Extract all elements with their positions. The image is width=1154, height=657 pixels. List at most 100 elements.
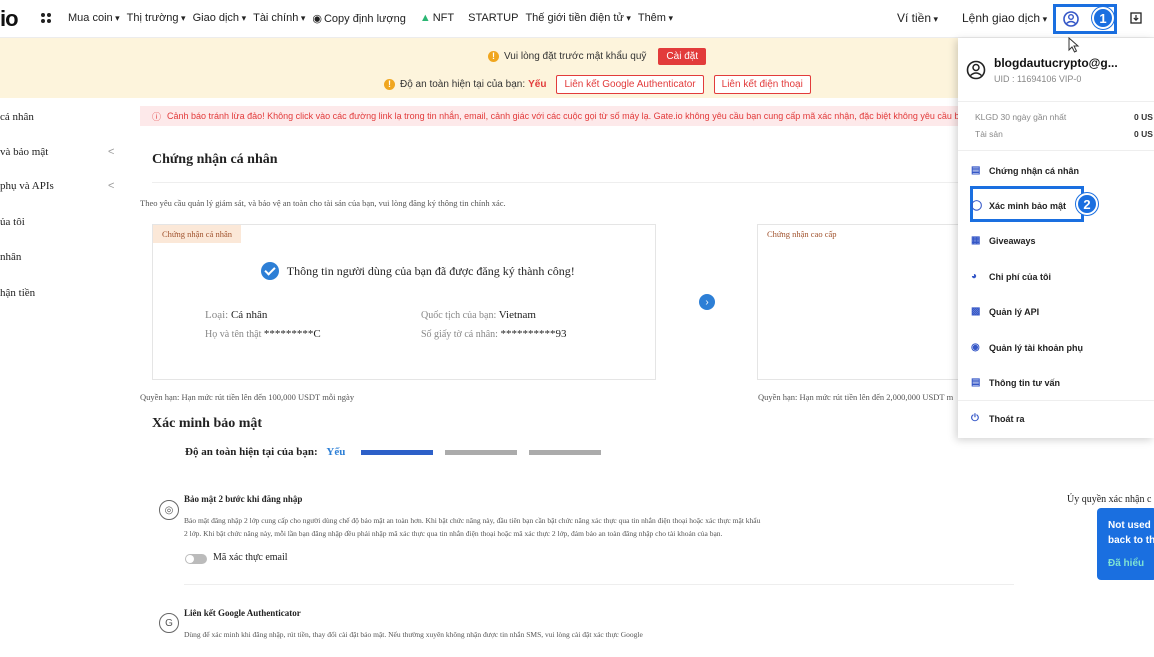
menu-item-logout[interactable]: ⏻ Thoát ra	[971, 413, 1025, 425]
menu-item-api[interactable]: ▩ Quản lý API	[971, 306, 1039, 318]
divider	[184, 584, 1014, 585]
card-tag: Chứng nhận cao cấp	[758, 225, 846, 243]
power-icon: ⏻	[971, 413, 979, 424]
two-factor-icon: ◎	[159, 500, 179, 520]
auth-confirm-label: Ủy quyền xác nhận c	[1067, 494, 1152, 505]
ga-desc: Dùng để xác minh khi đăng nhập, rút tiền…	[184, 630, 643, 639]
divider	[958, 400, 1154, 401]
security-bar-1	[361, 450, 433, 455]
gift-icon: ▦	[971, 235, 981, 246]
step-badge-2: 2	[1076, 193, 1098, 215]
menu-item-kyc[interactable]: ▤ Chứng nhận cá nhân	[971, 165, 1079, 177]
logo[interactable]: io	[0, 6, 19, 32]
kyc-advanced-card: Chứng nhận cao cấp	[757, 224, 977, 380]
nav-nft[interactable]: ▲ NFT	[420, 12, 461, 25]
assets-label: Tài sản	[975, 129, 1003, 139]
assets-value: 0 US	[1134, 129, 1153, 139]
kyc-success-message: Thông tin người dùng của bạn đã được đăn…	[261, 262, 575, 280]
apps-grid-icon[interactable]	[40, 12, 52, 24]
step-badge-1: 1	[1092, 7, 1114, 29]
security-level-value: Yếu	[528, 79, 547, 90]
volume-30d-label: KLGD 30 ngày gần nhất	[975, 112, 1067, 122]
copy-quant-icon: ◉	[312, 13, 322, 25]
kyc-nationality: Quốc tịch của bạn: Vietnam	[421, 309, 536, 321]
twofa-title: Bảo mật 2 bước khi đăng nhập	[184, 494, 303, 504]
account-icon[interactable]	[1063, 11, 1079, 27]
coin-icon: ◕	[971, 271, 978, 282]
menu-item-security-verification[interactable]: ◯ Xác minh bảo mật	[971, 200, 1066, 212]
google-auth-icon: G	[159, 613, 179, 633]
download-icon[interactable]	[1130, 12, 1142, 24]
nav-copy-quant[interactable]: ◉ Copy định lượng	[312, 12, 412, 25]
account-uid: UID : 11694106 VIP-0	[994, 74, 1082, 84]
user-avatar-icon	[966, 60, 986, 80]
nav-markets[interactable]: Thị trường	[127, 12, 186, 25]
mouse-cursor-icon	[1068, 37, 1080, 53]
nav-crypto-world[interactable]: Thế giới tiền điện tử	[525, 12, 630, 25]
nav-orders[interactable]: Lệnh giao dịch	[962, 11, 1047, 25]
top-navbar: io Mua coin Thị trường Giao dịch Tài chí…	[0, 0, 1154, 38]
kyc-personal-limit: Quyền hạn: Hạn mức rút tiền lên đến 100,…	[140, 392, 355, 402]
account-email: blogdautucrypto@g...	[994, 56, 1118, 70]
subaccount-icon: ◉	[971, 342, 980, 353]
sidebar-item-withdraw[interactable]: hận tiền	[0, 287, 35, 299]
sidebar-item-security[interactable]: và bảo mật	[0, 146, 48, 158]
setup-button[interactable]: Cài đặt	[658, 48, 707, 65]
phishing-alert-bar: ⓘ Cảnh báo tránh lừa đảo! Không click và…	[140, 106, 960, 126]
check-circle-icon	[261, 262, 279, 280]
kyc-real-name: Họ và tên thật *********C	[205, 328, 321, 340]
link-google-auth-button[interactable]: Liên kết Google Authenticator	[556, 75, 704, 94]
menu-item-giveaways[interactable]: ▦ Giveaways	[971, 235, 1036, 247]
menu-item-subaccounts[interactable]: ◉ Quản lý tài khoản phụ	[971, 342, 1083, 354]
main-menu: Mua coin Thị trường Giao dịch Tài chính …	[68, 12, 680, 25]
sidebar: cá nhân và bảo mật < phụ và APIs < ủa tô…	[0, 98, 140, 657]
sidebar-item-subaccounts[interactable]: phụ và APIs	[0, 180, 54, 192]
menu-item-news[interactable]: ▤ Thông tin tư vấn	[971, 377, 1060, 389]
kyc-title: Chứng nhận cá nhân	[152, 152, 278, 167]
ga-title: Liên kết Google Authenticator	[184, 608, 301, 618]
account-dropdown: blogdautucrypto@g... UID : 11694106 VIP-…	[958, 38, 1154, 438]
chevron-right-icon[interactable]: ›	[699, 294, 715, 310]
nft-flame-icon: ▲	[419, 12, 431, 24]
api-icon: ▩	[971, 306, 981, 317]
divider	[958, 150, 1154, 151]
twofa-desc-line1: Bảo mật đăng nhập 2 lớp cung cấp cho ngư…	[184, 516, 761, 525]
sidebar-item-personal[interactable]: cá nhân	[0, 111, 34, 123]
chevron-left-icon: <	[108, 180, 115, 192]
security-level-row: Độ an toàn hiện tại của bạn: Yếu	[185, 446, 346, 458]
nav-wallet[interactable]: Ví tiền	[897, 11, 938, 25]
security-bar-3	[529, 450, 601, 455]
kyc-subtitle: Theo yêu cầu quản lý giám sát, và bảo vệ…	[140, 198, 506, 208]
menu-item-my-fees[interactable]: ◕ Chi phí của tôi	[971, 271, 1051, 283]
info-popup: Not used back to th Đã hiểu	[1097, 508, 1154, 580]
nav-startup[interactable]: STARTUP	[468, 12, 518, 25]
shield-icon: ◯	[971, 200, 983, 211]
warning-icon: !	[384, 79, 395, 90]
volume-30d-value: 0 US	[1134, 112, 1153, 122]
alert-icon: ⓘ	[152, 111, 162, 122]
warning-icon: !	[488, 51, 499, 62]
kyc-id-number: Số giấy tờ cá nhân: **********93	[421, 328, 567, 340]
popup-understood-button[interactable]: Đã hiểu	[1108, 556, 1154, 571]
email-code-label: Mã xác thực email	[213, 552, 288, 563]
nav-buy-coin[interactable]: Mua coin	[68, 12, 120, 25]
id-card-icon: ▤	[971, 165, 981, 176]
card-tag: Chứng nhận cá nhân	[153, 225, 241, 243]
security-bar-2	[445, 450, 517, 455]
twofa-desc-line2: 2 lớp. Khi bật chức năng này, mỗi lần bạ…	[184, 529, 723, 538]
security-verification-title: Xác minh bảo mật	[152, 416, 263, 431]
nav-finance[interactable]: Tài chính	[253, 12, 305, 25]
fund-password-warning: ! Vui lòng đặt trước mật khẩu quỹ Cài đặ…	[488, 48, 707, 65]
divider	[152, 182, 1012, 183]
link-phone-button[interactable]: Liên kết điện thoại	[713, 75, 811, 94]
kyc-type: Loại: Cá nhân	[205, 309, 268, 321]
email-code-toggle[interactable]	[185, 554, 207, 564]
security-level-warning: ! Độ an toàn hiện tại của bạn: Yếu Liên …	[384, 75, 811, 94]
divider	[958, 101, 1154, 102]
nav-trade[interactable]: Giao dịch	[193, 12, 247, 25]
sidebar-item-receive[interactable]: nhân	[0, 251, 21, 263]
sidebar-item-my-fees[interactable]: ủa tôi	[0, 216, 25, 228]
nav-more[interactable]: Thêm	[638, 12, 673, 25]
kyc-personal-card: Chứng nhận cá nhân Thông tin người dùng …	[152, 224, 656, 380]
news-icon: ▤	[971, 377, 981, 388]
